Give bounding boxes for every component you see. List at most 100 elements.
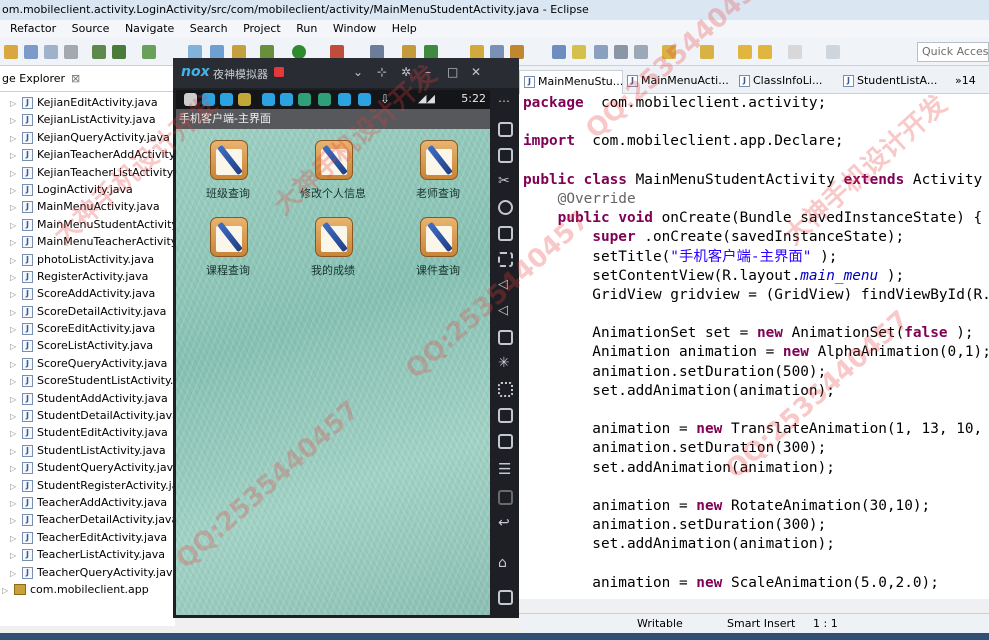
expand-arrow-icon[interactable]: ▷	[10, 252, 22, 269]
tree-item-file[interactable]: ▷ J StudentRegisterActivity.jav	[0, 477, 175, 494]
external-tools-icon[interactable]	[330, 45, 344, 59]
more-icon[interactable]: ⋯	[498, 94, 513, 109]
avd-icon[interactable]	[232, 45, 246, 59]
expand-arrow-icon[interactable]: ▷	[10, 304, 22, 321]
expand-arrow-icon[interactable]: ▷	[10, 112, 22, 129]
tree-item-file[interactable]: ▷ J KejianTeacherAddActivity.j	[0, 146, 175, 163]
tree-item-file[interactable]: ▷ J TeacherEditActivity.java	[0, 529, 175, 546]
expand-arrow-icon[interactable]: ▷	[10, 338, 22, 355]
tree-item-file[interactable]: ▷ J MainMenuActivity.java	[0, 198, 175, 215]
tree-item-file[interactable]: ▷ J MainMenuStudentActivity.j	[0, 216, 175, 233]
forward-icon[interactable]	[788, 45, 802, 59]
checkbox-icon[interactable]	[142, 45, 156, 59]
expand-arrow-icon[interactable]: ▷	[10, 217, 22, 234]
fullscreen-icon[interactable]	[498, 252, 513, 267]
gear-icon[interactable]: ✲	[401, 65, 411, 79]
menu-project[interactable]: Project	[237, 20, 287, 38]
tree-item-file[interactable]: ▷ J StudentQueryActivity.java	[0, 459, 175, 476]
recent-apps-icon[interactable]	[498, 590, 513, 605]
expand-arrow-icon[interactable]: ▷	[10, 286, 22, 303]
prev-annotation-icon[interactable]	[700, 45, 714, 59]
expand-arrow-icon[interactable]: ▷	[10, 425, 22, 442]
expand-arrow-icon[interactable]: ▷	[10, 408, 22, 425]
open-task-icon[interactable]	[490, 45, 504, 59]
teacher-query-tile[interactable]: 老师查询	[390, 135, 486, 209]
chevron-down-icon[interactable]: ⌄	[353, 65, 363, 79]
close-icon[interactable]: ⊠	[71, 72, 80, 85]
device-icon[interactable]	[112, 45, 126, 59]
expand-arrow-icon[interactable]: ▷	[10, 460, 22, 477]
edit-profile-tile[interactable]: 修改个人信息	[285, 135, 381, 209]
expand-arrow-icon[interactable]: ▷	[10, 234, 22, 251]
home-icon[interactable]: ⌂	[498, 556, 513, 571]
tree-item-file[interactable]: ▷ J TeacherQueryActivity.java	[0, 564, 175, 581]
save-icon[interactable]	[24, 45, 38, 59]
expand-arrow-icon[interactable]: ▷	[10, 547, 22, 564]
expand-arrow-icon[interactable]: ▷	[10, 512, 22, 529]
expand-arrow-icon[interactable]: ▷	[10, 478, 22, 495]
tree-item-file[interactable]: ▷ J ScoreEditActivity.java	[0, 320, 175, 337]
tab-class-info-list[interactable]: J ClassInfoLi...	[735, 70, 835, 94]
expand-arrow-icon[interactable]: ▷	[10, 147, 22, 164]
tree-item-file[interactable]: ▷ J ScoreAddActivity.java	[0, 285, 175, 302]
new-package-icon[interactable]	[402, 45, 416, 59]
scissors-icon[interactable]: ✂	[498, 174, 513, 189]
code-editor[interactable]: package com.mobileclient.activity; import…	[519, 94, 989, 599]
expand-arrow-icon[interactable]: ▷	[10, 373, 22, 390]
debug-icon[interactable]	[260, 45, 274, 59]
close-icon[interactable]: ✕	[471, 65, 481, 79]
tree-item-file[interactable]: ▷ J LoginActivity.java	[0, 181, 175, 198]
macro-icon[interactable]	[498, 382, 513, 397]
expand-arrow-icon[interactable]: ▷	[10, 391, 22, 408]
expand-arrow-icon[interactable]: ▷	[10, 565, 22, 582]
expand-arrow-icon[interactable]: ▷	[10, 199, 22, 216]
tree-item-file[interactable]: ▷ J StudentDetailActivity.java	[0, 407, 175, 424]
tree-item-file[interactable]: ▷ J TeacherAddActivity.java	[0, 494, 175, 511]
package-explorer-tab[interactable]: ge Explorer ⊠	[0, 66, 175, 92]
back-icon[interactable]: ↩	[498, 516, 513, 531]
layout-icon[interactable]	[188, 45, 202, 59]
courseware-query-tile[interactable]: 课件查询	[390, 212, 486, 286]
menu-source[interactable]: Source	[66, 20, 116, 38]
menu-search[interactable]: Search	[184, 20, 234, 38]
tab-main-menu[interactable]: J MainMenuActi...	[623, 70, 729, 94]
course-query-tile[interactable]: 课程查询	[180, 212, 276, 286]
expand-arrow-icon[interactable]: ▷	[10, 443, 22, 460]
tree-item-file[interactable]: ▷ J StudentListActivity.java	[0, 442, 175, 459]
tree-item-file[interactable]: ▷ J ScoreDetailActivity.java	[0, 303, 175, 320]
tree-item-file[interactable]: ▷ J RegisterActivity.java	[0, 268, 175, 285]
class-query-tile[interactable]: 班级查询	[180, 135, 276, 209]
menu-help[interactable]: Help	[386, 20, 423, 38]
block-select-icon[interactable]	[594, 45, 608, 59]
new-icon[interactable]	[4, 45, 18, 59]
expand-arrow-icon[interactable]: ▷	[10, 356, 22, 373]
open-type-icon[interactable]	[470, 45, 484, 59]
tree-item-file[interactable]: ▷ J TeacherDetailActivity.java	[0, 511, 175, 528]
tree-item-file[interactable]: ▷ J KejianTeacherListActivity.ja	[0, 164, 175, 181]
tree-item-file[interactable]: ▷ JphotoListActivity.java	[0, 251, 175, 268]
expand-arrow-icon[interactable]: ▷	[10, 165, 22, 182]
expand-arrow-icon[interactable]: ▷	[10, 182, 22, 199]
my-scores-tile[interactable]: 我的成绩	[285, 212, 381, 286]
toggle-mark-icon[interactable]	[552, 45, 566, 59]
shake-icon[interactable]	[498, 122, 513, 137]
expand-arrow-icon[interactable]: ▷	[10, 530, 22, 547]
expand-arrow-icon[interactable]: ▷	[10, 130, 22, 147]
install-apk-icon[interactable]	[498, 330, 513, 345]
multi-instance-icon[interactable]	[498, 434, 513, 449]
tree-item-file[interactable]: ▷ J StudentAddActivity.java	[0, 390, 175, 407]
expand-arrow-icon[interactable]: ▷	[10, 495, 22, 512]
tree-item-file[interactable]: ▷ J MainMenuTeacherActivity.	[0, 233, 175, 250]
add-icon[interactable]	[498, 490, 513, 505]
save-all-icon[interactable]	[44, 45, 58, 59]
tree-item-file[interactable]: ▷ J ScoreListActivity.java	[0, 337, 175, 354]
menu-refactor[interactable]: Refactor	[0, 20, 62, 38]
menu-window[interactable]: Window	[327, 20, 382, 38]
build-icon[interactable]	[92, 45, 106, 59]
tab-overflow[interactable]: »14	[951, 70, 987, 94]
volume-down-icon[interactable]: ◁	[498, 304, 513, 319]
skip-breakpoints-icon[interactable]	[370, 45, 384, 59]
volume-up-icon[interactable]: ◁	[498, 278, 513, 293]
whitespace-icon[interactable]	[614, 45, 628, 59]
expand-arrow-icon[interactable]: ▷	[10, 95, 22, 112]
